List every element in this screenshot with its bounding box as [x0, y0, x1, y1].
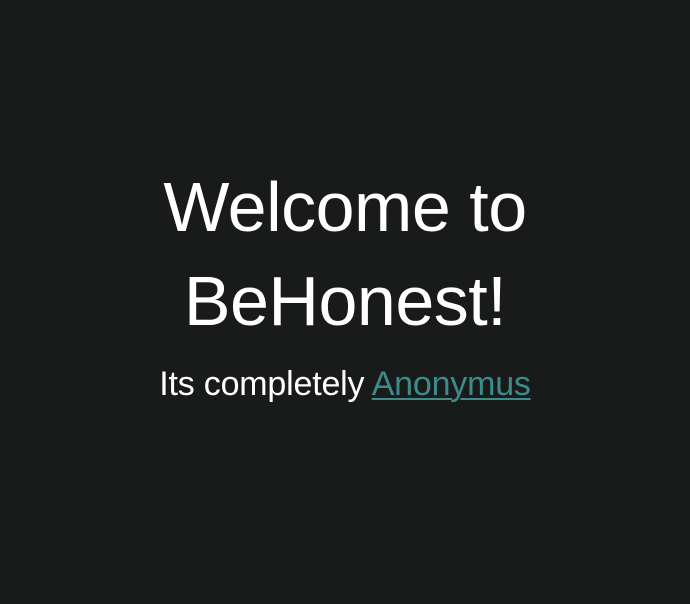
welcome-screen: Welcome to BeHonest! Its completely Anon… [0, 0, 690, 604]
page-title: Welcome to BeHonest! [0, 160, 690, 348]
title-line-2: BeHonest! [183, 262, 507, 340]
anonymus-link[interactable]: Anonymus [372, 365, 531, 403]
tagline: Its completely Anonymus [0, 364, 690, 404]
tagline-text: Its completely [159, 365, 372, 403]
hero-section: Welcome to BeHonest! Its completely Anon… [0, 160, 690, 404]
title-line-1: Welcome to [163, 168, 527, 246]
